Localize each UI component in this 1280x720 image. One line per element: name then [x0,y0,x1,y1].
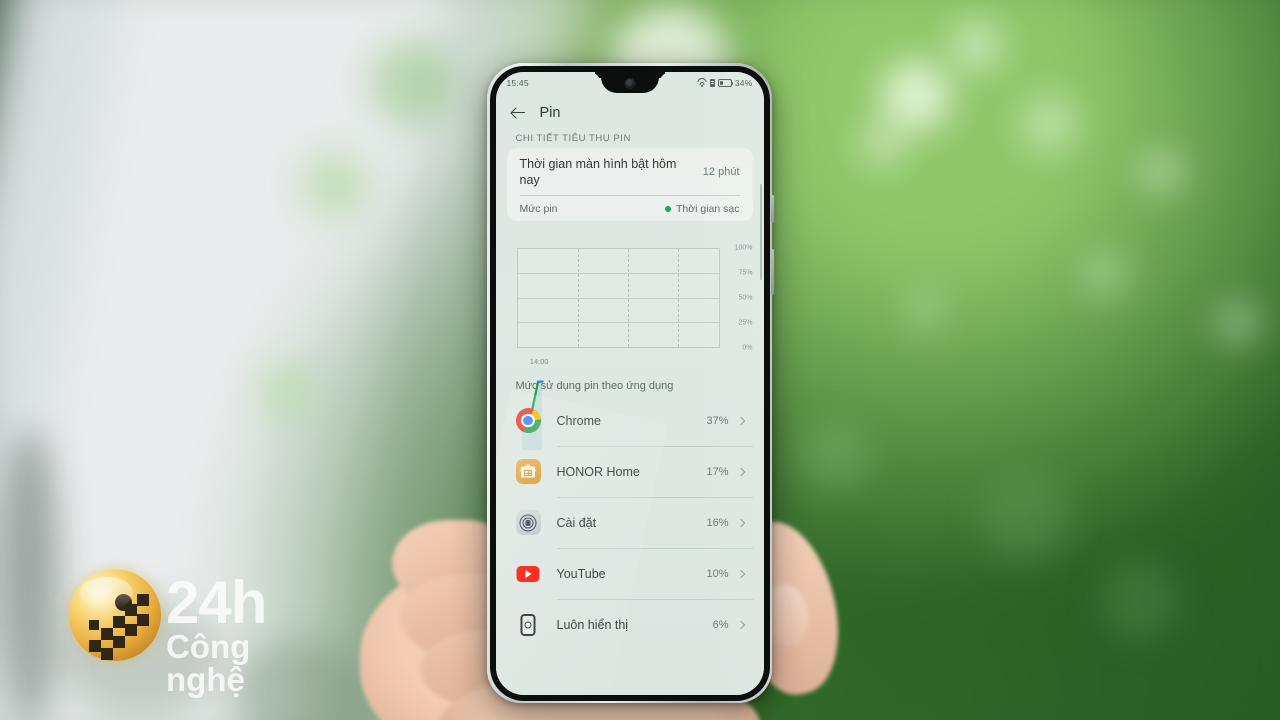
app-name: HONOR Home [556,464,640,479]
chart-legend: Mức pin Thời gian sạc [520,196,740,221]
power-button[interactable] [771,195,774,223]
legend-charging-time: Thời gian sạc [665,203,740,215]
legend-dot-icon [665,205,671,212]
chart-y-tick-label: 0% [742,344,753,351]
sim-signal-icon [709,78,715,87]
apps-section-caption: Mức sử dụng pin theo ứng dụng [515,379,674,392]
app-usage-row[interactable]: Cài đặt 16% [507,498,753,548]
app-battery-percent: 10% [706,567,729,580]
honor-home-icon [515,459,541,484]
legend-battery-level: Mức pin [519,202,558,215]
app-name: Cài đặt [556,515,597,530]
app-name: Luôn hiển thị [556,617,629,632]
app-name: Chrome [556,413,601,428]
vertical-scrollbar[interactable] [759,183,762,280]
chart-plot-area [516,247,720,450]
chevron-right-icon[interactable] [736,467,745,476]
battery-icon [717,78,734,87]
phone-screen[interactable]: 15:45 34% Pin CHI TIẾT TIÊU THỤ PIN Thời… [495,71,764,695]
chevron-right-icon[interactable] [736,416,745,425]
youtube-icon [516,561,541,586]
chevron-right-icon[interactable] [736,569,745,578]
chart-x-tick-label: 14:00 [529,356,549,366]
chart-gridline-vertical [577,248,579,347]
wifi-icon [697,78,707,87]
legend-charging-time-label: Thời gian sạc [676,202,740,215]
page-header: Pin [496,96,764,130]
chart-y-tick-label: 50% [738,294,753,301]
app-battery-percent: 37% [706,414,729,427]
app-battery-usage-list: Chrome 37% HONOR Home 17% Cài đặt 16% YouTube 1… [507,396,753,650]
app-name: YouTube [556,566,606,581]
battery-detail-card: Thời gian màn hình bật hôm nay 12 phút M… [506,147,753,221]
page-title: Pin [539,104,561,121]
screen-time-value: 12 phút [702,165,740,178]
screen-time-row[interactable]: Thời gian màn hình bật hôm nay 12 phút [520,156,740,195]
phone-bezel: 15:45 34% Pin CHI TIẾT TIÊU THỤ PIN Thời… [489,65,770,701]
screen-time-label: Thời gian màn hình bật hôm nay [519,156,677,187]
app-usage-row[interactable]: HONOR Home 17% [507,447,753,497]
section-caption: CHI TIẾT TIÊU THỤ PIN [515,132,631,144]
settings-battery-page: 15:45 34% Pin CHI TIẾT TIÊU THỤ PIN Thời… [495,71,764,695]
chart-gridline-horizontal [517,322,719,323]
chart-y-tick-label: 100% [734,244,753,251]
smartphone-device: 15:45 34% Pin CHI TIẾT TIÊU THỤ PIN Thời… [487,63,774,703]
chrome-icon [515,408,541,433]
volume-button[interactable] [771,249,774,295]
battery-level-chart: 0% 25% 50% 75% 100% 14:00 [507,244,753,450]
status-bar: 15:45 34% [496,72,764,94]
chart-gridline-vertical [678,248,680,347]
app-battery-percent: 6% [712,618,729,631]
app-battery-percent: 17% [706,465,729,478]
chart-gridline-horizontal [517,273,719,274]
chart-gridline-vertical [628,248,630,347]
chart-gridline-horizontal [517,297,719,299]
back-arrow-icon[interactable] [510,105,526,121]
settings-icon [515,510,541,535]
app-usage-row[interactable]: Luôn hiển thị 6% [507,600,753,650]
app-battery-percent: 16% [706,516,729,529]
battery-percent-label: 34% [734,77,753,88]
chart-y-tick-label: 75% [738,269,753,276]
chevron-right-icon[interactable] [736,518,745,527]
chevron-right-icon[interactable] [736,620,745,629]
app-usage-row[interactable]: Chrome 37% [507,396,753,446]
always-on-display-icon [516,612,541,637]
app-usage-row[interactable]: YouTube 10% [507,549,753,599]
status-bar-clock: 15:45 [506,77,529,88]
chart-y-tick-label: 25% [738,319,753,326]
